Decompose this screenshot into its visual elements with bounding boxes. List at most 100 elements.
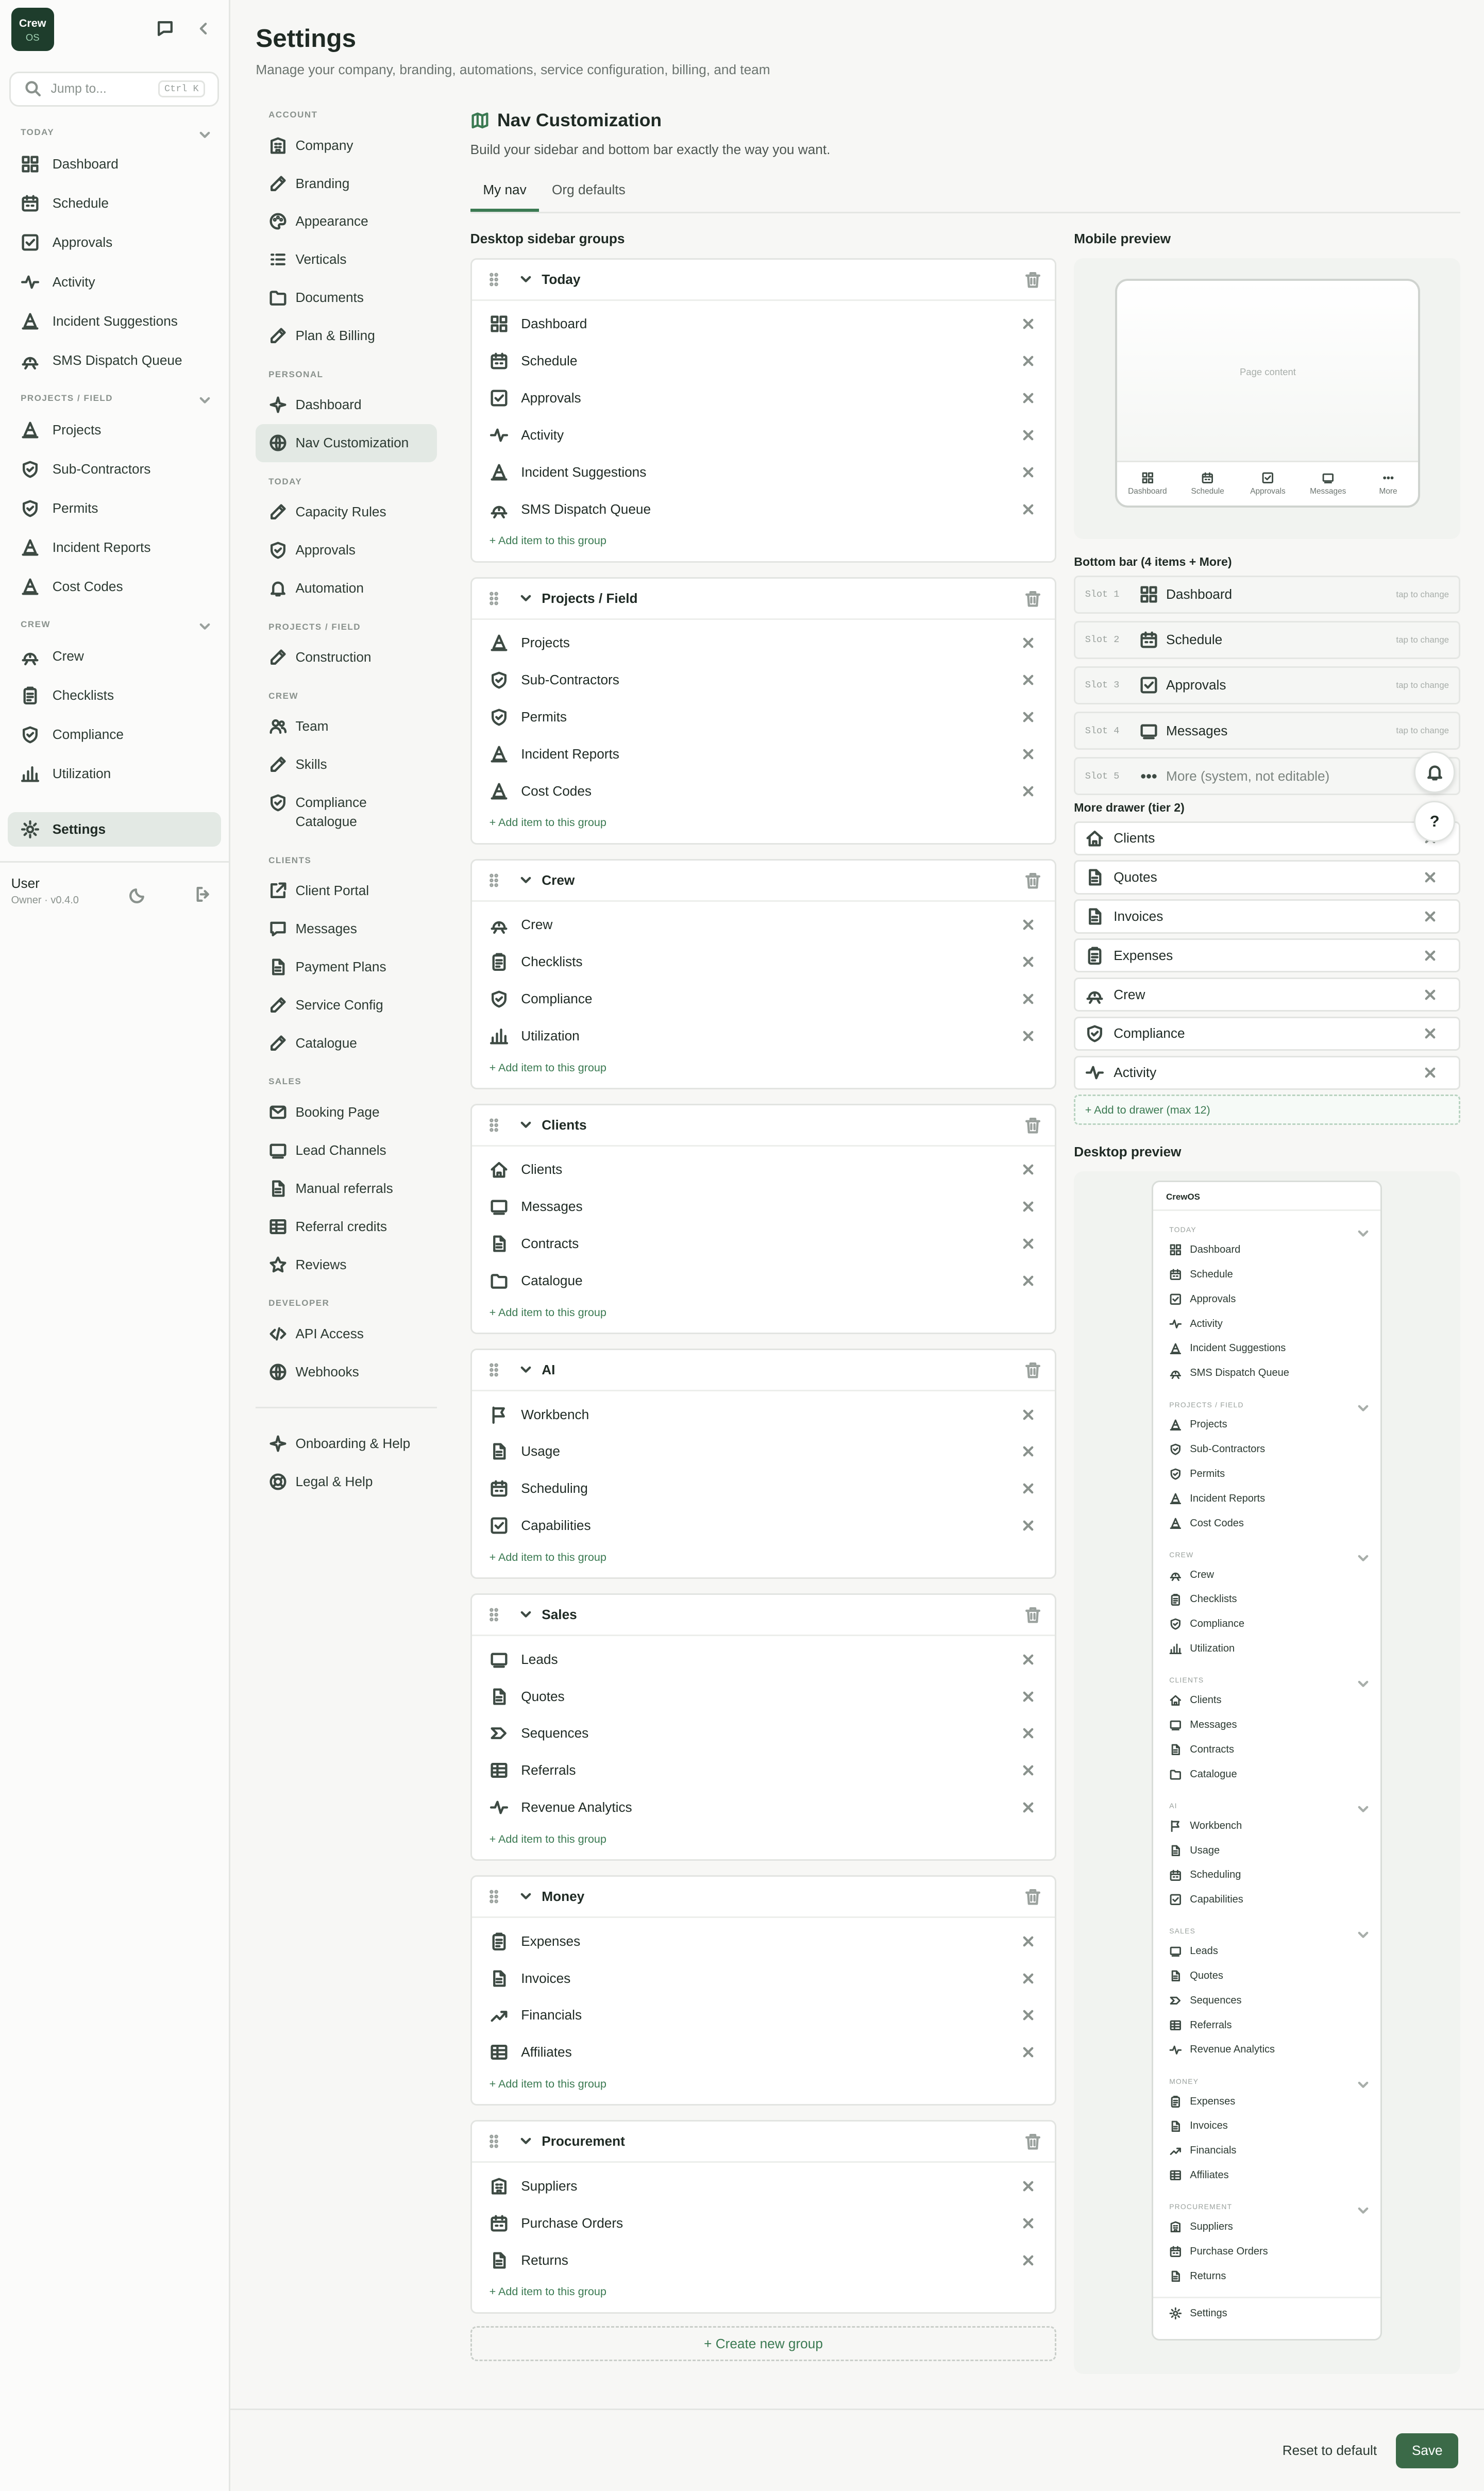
add-item-button[interactable]: + Add item to this group [472, 1054, 1055, 1088]
settings-nav-payment-plans[interactable]: Payment Plans [256, 948, 436, 986]
settings-nav-service-config[interactable]: Service Config [256, 986, 436, 1024]
remove-icon[interactable] [1421, 1063, 1440, 1082]
sidebar-item-sms-dispatch-queue[interactable]: SMS Dispatch Queue [0, 341, 230, 380]
drag-handle-icon[interactable] [484, 1605, 503, 1624]
remove-icon[interactable] [1019, 1160, 1038, 1179]
remove-icon[interactable] [1019, 782, 1038, 801]
settings-nav-skills[interactable]: Skills [256, 746, 436, 784]
settings-nav-api-access[interactable]: API Access [256, 1315, 436, 1353]
remove-icon[interactable] [1019, 915, 1038, 934]
remove-icon[interactable] [1019, 1761, 1038, 1780]
remove-icon[interactable] [1019, 708, 1038, 727]
help-button[interactable]: ? [1414, 800, 1456, 843]
drag-handle-icon[interactable] [484, 1887, 503, 1906]
remove-icon[interactable] [1421, 868, 1440, 887]
settings-nav-catalogue[interactable]: Catalogue [256, 1024, 436, 1063]
phone-tab-dashboard[interactable]: Dashboard [1117, 462, 1177, 505]
remove-icon[interactable] [1019, 463, 1038, 482]
settings-nav-company[interactable]: Company [256, 126, 436, 164]
drag-handle-icon[interactable] [484, 270, 503, 289]
remove-icon[interactable] [1019, 745, 1038, 764]
remove-icon[interactable] [1019, 1969, 1038, 1988]
settings-nav-approvals[interactable]: Approvals [256, 531, 436, 569]
reset-to-default-button[interactable]: Reset to default [1283, 2443, 1377, 2459]
remove-icon[interactable] [1019, 1798, 1038, 1817]
settings-nav-construction[interactable]: Construction [256, 638, 436, 677]
bottom-bar-slot[interactable]: Slot 2 Schedule tap to change [1074, 620, 1460, 659]
sidebar-item-settings[interactable]: Settings [8, 812, 221, 847]
remove-icon[interactable] [1019, 2006, 1038, 2025]
remove-icon[interactable] [1019, 633, 1038, 652]
settings-nav-appearance[interactable]: Appearance [256, 203, 436, 241]
remove-icon[interactable] [1019, 1442, 1038, 1461]
add-item-button[interactable]: + Add item to this group [472, 1299, 1055, 1333]
settings-nav-plan-billing[interactable]: Plan & Billing [256, 317, 436, 355]
remove-icon[interactable] [1019, 2214, 1038, 2233]
trash-icon[interactable] [1023, 270, 1042, 289]
add-item-button[interactable]: + Add item to this group [472, 1544, 1055, 1578]
phone-tab-schedule[interactable]: Schedule [1177, 462, 1238, 505]
tab-org-defaults[interactable]: Org defaults [539, 182, 638, 212]
save-button[interactable]: Save [1396, 2433, 1459, 2468]
remove-icon[interactable] [1019, 1724, 1038, 1743]
chevron-icon[interactable] [516, 270, 535, 289]
remove-icon[interactable] [1019, 2177, 1038, 2196]
remove-icon[interactable] [1421, 946, 1440, 965]
settings-nav-capacity-rules[interactable]: Capacity Rules [256, 493, 436, 531]
create-group-button[interactable]: + Create new group [470, 2326, 1057, 2362]
add-item-button[interactable]: + Add item to this group [472, 810, 1055, 843]
settings-nav-reviews[interactable]: Reviews [256, 1246, 436, 1284]
remove-icon[interactable] [1019, 351, 1038, 371]
trash-icon[interactable] [1023, 871, 1042, 890]
group-name[interactable]: Projects / Field [542, 591, 637, 607]
remove-icon[interactable] [1019, 1026, 1038, 1046]
group-name[interactable]: Today [542, 272, 580, 288]
sidebar-item-incident-reports[interactable]: Incident Reports [0, 528, 230, 567]
group-name[interactable]: AI [542, 1362, 555, 1378]
settings-nav-booking-page[interactable]: Booking Page [256, 1093, 436, 1132]
remove-icon[interactable] [1019, 1932, 1038, 1951]
group-name[interactable]: Crew [542, 872, 575, 888]
moon-icon[interactable] [129, 885, 148, 904]
sidebar-item-permits[interactable]: Permits [0, 489, 230, 528]
sidebar-item-utilization[interactable]: Utilization [0, 754, 230, 794]
notifications-button[interactable] [1414, 751, 1456, 793]
sidebar-item-schedule[interactable]: Schedule [0, 184, 230, 223]
group-name[interactable]: Money [542, 1889, 584, 1905]
chevron-icon[interactable] [516, 1360, 535, 1379]
remove-icon[interactable] [1421, 907, 1440, 926]
chevron-icon[interactable] [516, 1605, 535, 1624]
settings-nav-documents[interactable]: Documents [256, 279, 436, 317]
sidebar-item-cost-codes[interactable]: Cost Codes [0, 567, 230, 607]
bottom-bar-slot[interactable]: Slot 4 Messages tap to change [1074, 712, 1460, 750]
remove-icon[interactable] [1019, 1405, 1038, 1424]
sidebar-section-header[interactable]: CREW [0, 613, 230, 636]
remove-icon[interactable] [1019, 389, 1038, 408]
chevron-icon[interactable] [516, 1887, 535, 1906]
remove-icon[interactable] [1019, 314, 1038, 333]
bottom-bar-slot[interactable]: Slot 3 Approvals tap to change [1074, 666, 1460, 704]
feedback-icon[interactable] [156, 19, 175, 38]
chevron-icon[interactable] [516, 1116, 535, 1135]
remove-icon[interactable] [1421, 985, 1440, 1004]
sidebar-item-projects[interactable]: Projects [0, 410, 230, 449]
remove-icon[interactable] [1019, 1479, 1038, 1498]
settings-nav-verticals[interactable]: Verticals [256, 241, 436, 279]
remove-icon[interactable] [1019, 670, 1038, 689]
settings-nav-onboarding-help[interactable]: Onboarding & Help [256, 1424, 436, 1462]
drag-handle-icon[interactable] [484, 871, 503, 890]
phone-tab-approvals[interactable]: Approvals [1238, 462, 1298, 505]
settings-nav-referral-credits[interactable]: Referral credits [256, 1208, 436, 1246]
drag-handle-icon[interactable] [484, 1360, 503, 1379]
settings-nav-webhooks[interactable]: Webhooks [256, 1353, 436, 1391]
add-item-button[interactable]: + Add item to this group [472, 528, 1055, 561]
sidebar-item-checklists[interactable]: Checklists [0, 676, 230, 715]
settings-nav-lead-channels[interactable]: Lead Channels [256, 1132, 436, 1170]
trash-icon[interactable] [1023, 1605, 1042, 1624]
sidebar-item-incident-suggestions[interactable]: Incident Suggestions [0, 301, 230, 341]
remove-icon[interactable] [1019, 952, 1038, 971]
add-item-button[interactable]: + Add item to this group [472, 1826, 1055, 1860]
drag-handle-icon[interactable] [484, 589, 503, 608]
remove-icon[interactable] [1019, 1234, 1038, 1253]
trash-icon[interactable] [1023, 1116, 1042, 1135]
